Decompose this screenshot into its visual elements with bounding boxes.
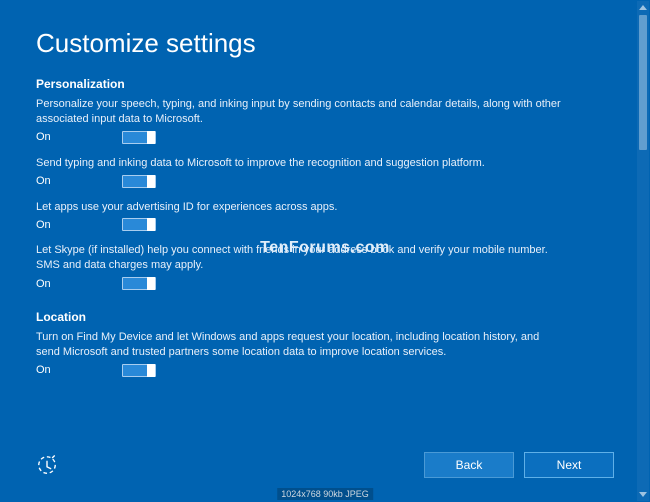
toggle-row: On	[36, 218, 614, 231]
button-bar: Back Next	[424, 452, 614, 478]
footer: Back Next	[36, 452, 614, 478]
toggle-row: On	[36, 131, 614, 144]
setting-desc: Send typing and inking data to Microsoft…	[36, 156, 566, 171]
toggle-speech-typing-inking[interactable]	[122, 131, 156, 144]
toggle-label: On	[36, 131, 122, 143]
setting-desc: Turn on Find My Device and let Windows a…	[36, 330, 566, 360]
setting-desc: Let apps use your advertising ID for exp…	[36, 200, 566, 215]
toggle-label: On	[36, 364, 122, 376]
scroll-down-icon[interactable]	[639, 492, 647, 497]
toggle-label: On	[36, 219, 122, 231]
next-button[interactable]: Next	[524, 452, 614, 478]
page-title: Customize settings	[36, 28, 614, 59]
toggle-row: On	[36, 364, 614, 377]
toggle-advertising-id[interactable]	[122, 218, 156, 231]
toggle-location[interactable]	[122, 364, 156, 377]
section-header-location: Location	[36, 310, 614, 324]
ease-of-access-icon[interactable]	[36, 454, 58, 476]
scroll-up-icon[interactable]	[639, 5, 647, 10]
toggle-label: On	[36, 278, 122, 290]
image-meta: 1024x768 90kb JPEG	[277, 488, 373, 500]
scrollbar[interactable]	[637, 1, 649, 501]
section-header-personalization: Personalization	[36, 77, 614, 91]
settings-content: Customize settings Personalization Perso…	[0, 0, 650, 502]
toggle-label: On	[36, 175, 122, 187]
back-button[interactable]: Back	[424, 452, 514, 478]
setting-desc: Let Skype (if installed) help you connec…	[36, 243, 566, 273]
toggle-send-typing-data[interactable]	[122, 175, 156, 188]
toggle-row: On	[36, 175, 614, 188]
toggle-skype[interactable]	[122, 277, 156, 290]
setting-desc: Personalize your speech, typing, and ink…	[36, 97, 566, 127]
section-location: Location Turn on Find My Device and let …	[36, 310, 614, 377]
toggle-row: On	[36, 277, 614, 290]
scrollbar-thumb[interactable]	[639, 15, 647, 150]
section-personalization: Personalization Personalize your speech,…	[36, 77, 614, 290]
